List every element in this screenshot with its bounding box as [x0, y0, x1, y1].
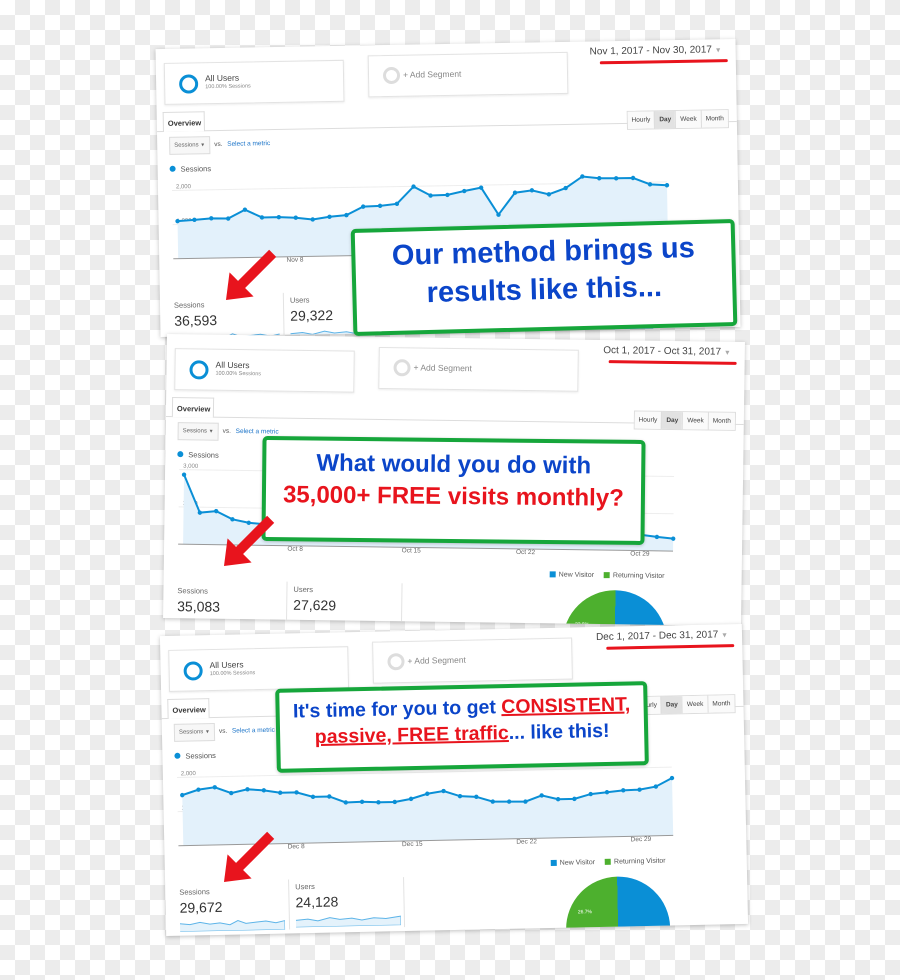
red-arrow-icon	[224, 831, 275, 882]
red-arrow-icon	[224, 515, 275, 566]
red-arrow-icon	[226, 249, 277, 300]
arrows-layer	[224, 249, 277, 882]
